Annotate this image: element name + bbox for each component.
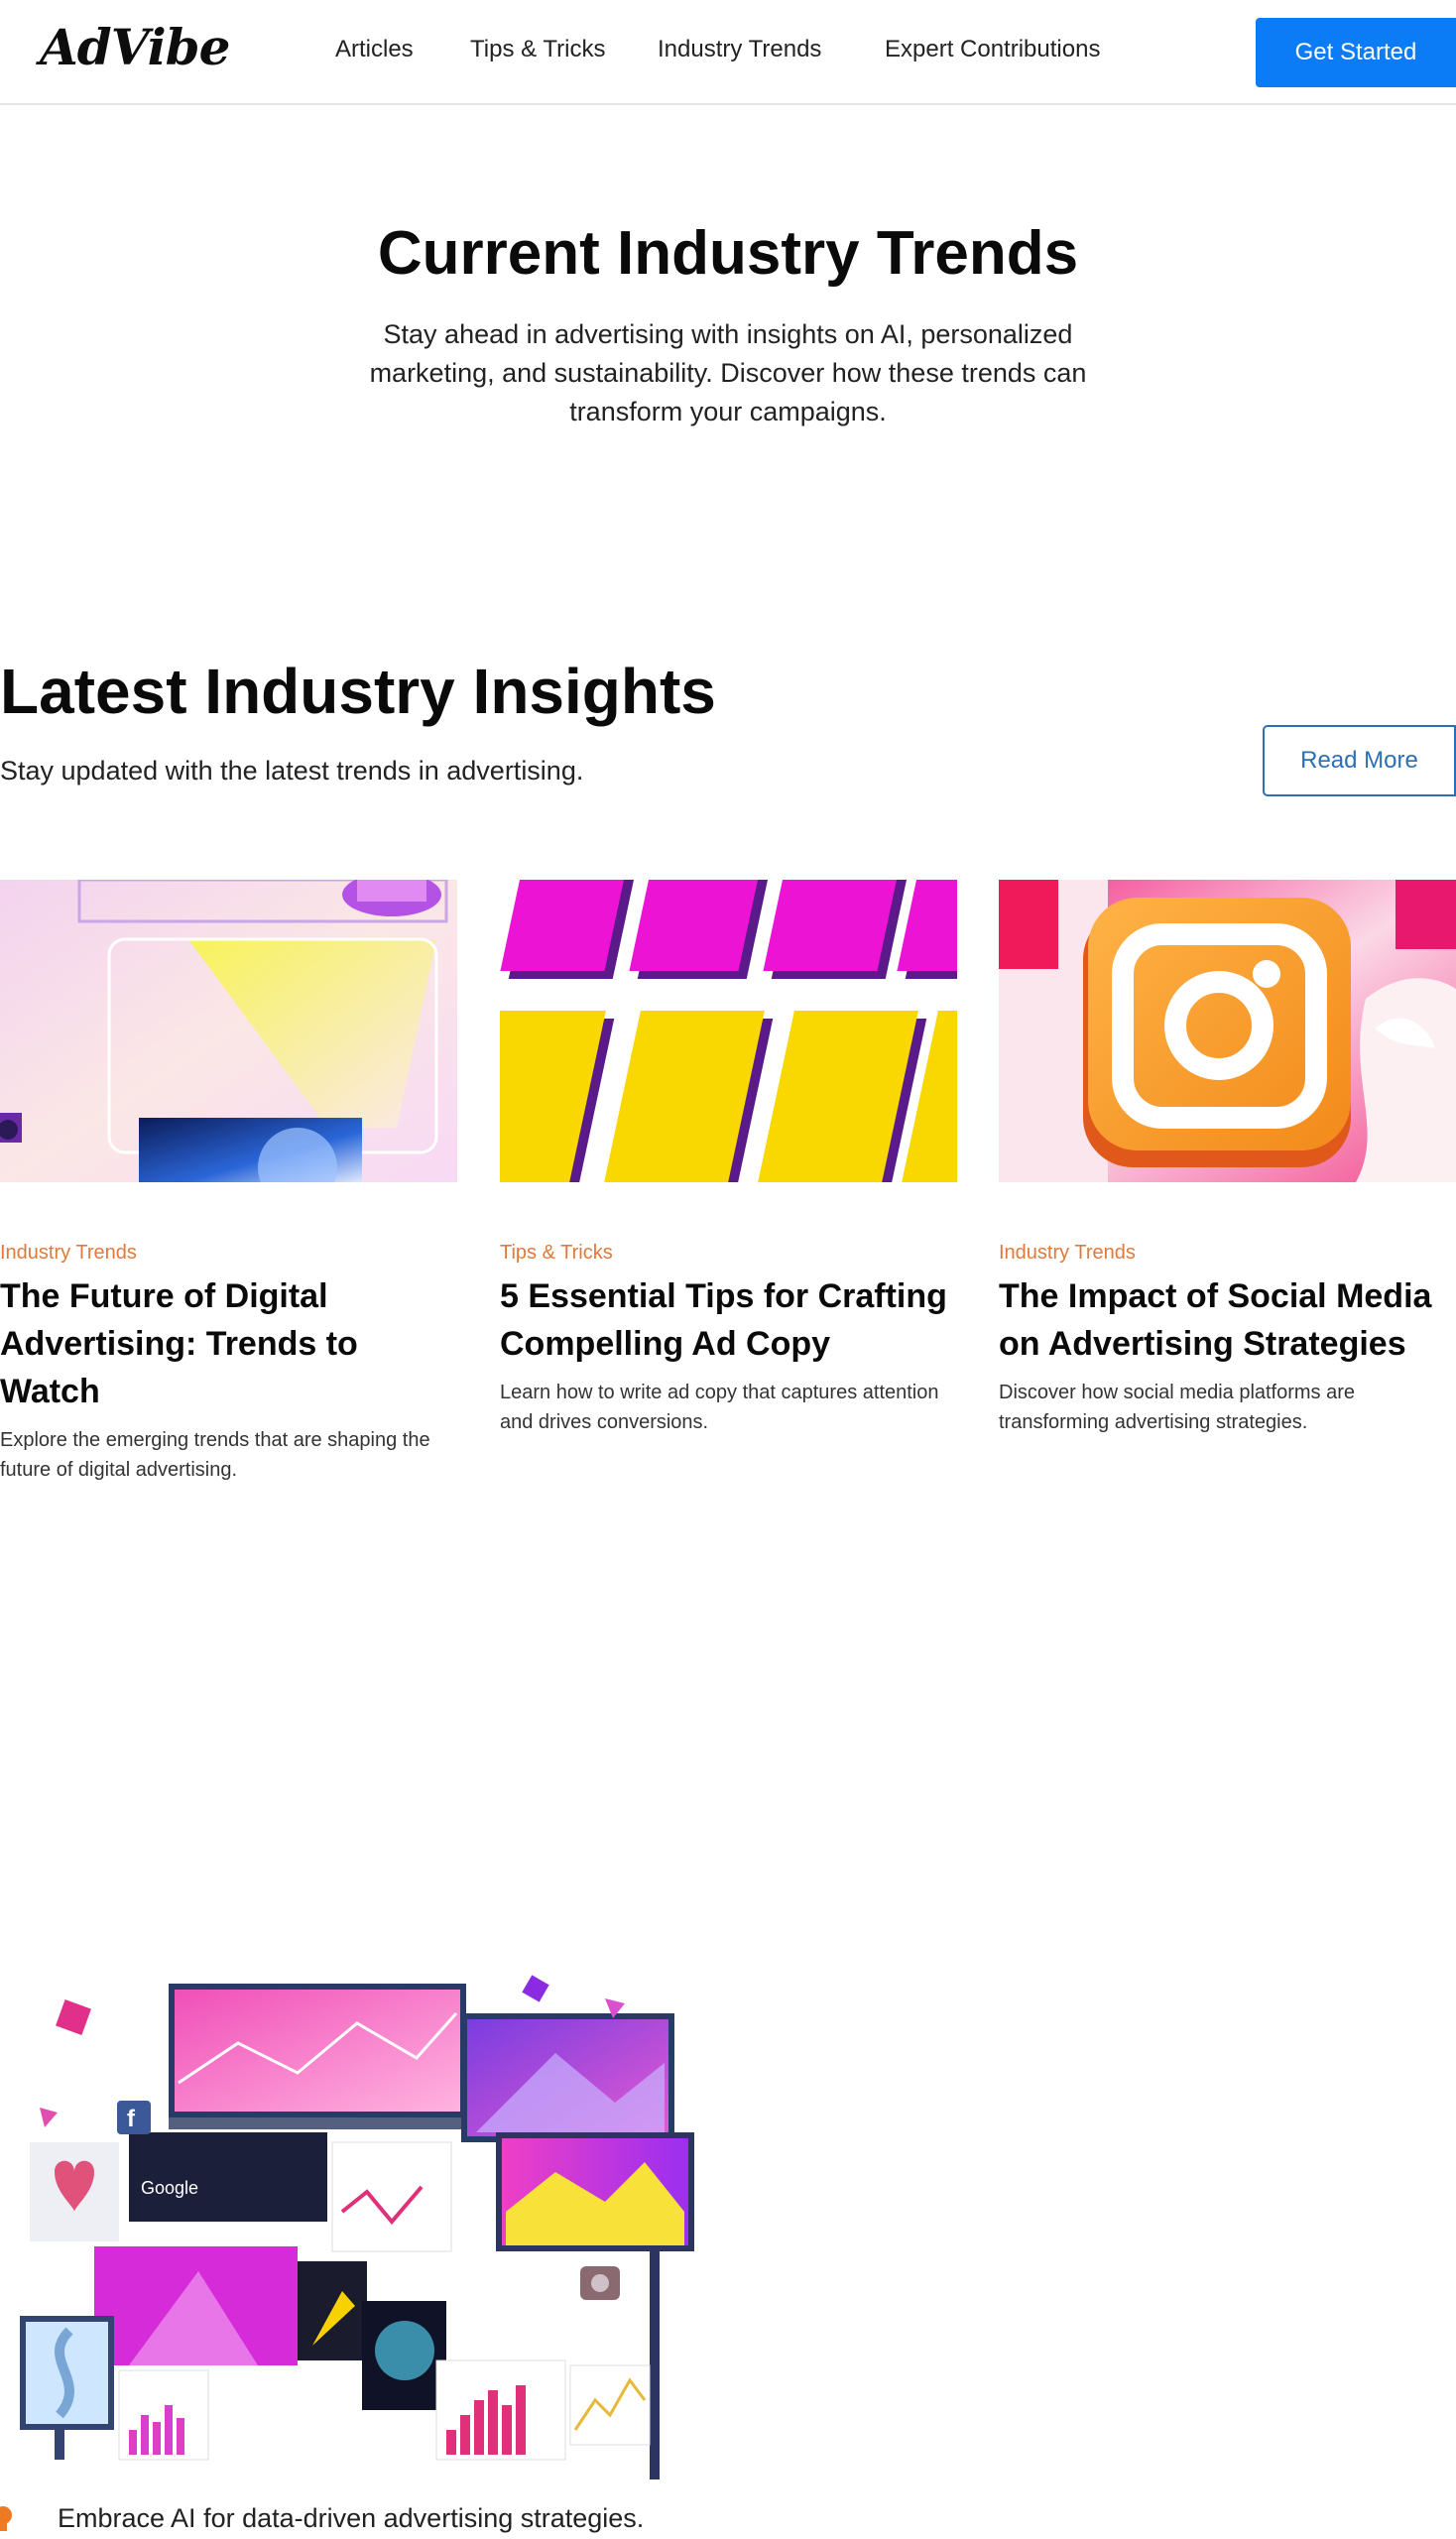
feature-bullet: Embrace AI for data-driven advertising s… — [0, 2499, 893, 2539]
article-title[interactable]: 5 Essential Tips for Crafting Compelling… — [500, 1272, 957, 1368]
read-more-button[interactable]: Read More — [1263, 725, 1456, 796]
nav-link-industry-trends[interactable]: Industry Trends — [658, 36, 821, 63]
article-card[interactable]: Tips & Tricks 5 Essential Tips for Craft… — [500, 880, 957, 1437]
get-started-button[interactable]: Get Started — [1256, 18, 1456, 87]
feature-bullet-text: Embrace AI for data-driven advertising s… — [58, 2503, 645, 2533]
svg-text:f: f — [127, 2106, 136, 2132]
nav-link-tips-tricks[interactable]: Tips & Tricks — [470, 36, 605, 63]
hero-subtitle: Stay ahead in advertising with insights … — [369, 319, 1087, 426]
article-title[interactable]: The Future of Digital Advertising: Trend… — [0, 1272, 457, 1415]
nav-link-expert-contributions[interactable]: Expert Contributions — [885, 36, 1100, 63]
insights-title: Latest Industry Insights — [0, 656, 716, 727]
article-category: Tips & Tricks — [500, 1242, 613, 1264]
article-category: Industry Trends — [999, 1242, 1136, 1264]
svg-text:Google: Google — [141, 2178, 198, 2198]
billboard-illustration: Google f — [0, 1964, 714, 2479]
lightbulb-icon — [0, 2506, 12, 2531]
article-card[interactable]: Industry Trends The Future of Digital Ad… — [0, 880, 457, 1485]
article-card[interactable]: Industry Trends The Impact of Social Med… — [999, 880, 1456, 1437]
article-description: Learn how to write ad copy that captures… — [500, 1382, 939, 1433]
article-image-bold-type[interactable] — [500, 880, 957, 1182]
article-description: Explore the emerging trends that are sha… — [0, 1429, 430, 1481]
main-nav: Articles Tips & Tricks Industry Trends E… — [0, 36, 1456, 69]
site-header: AdVibe Articles Tips & Tricks Industry T… — [0, 0, 1456, 105]
nav-link-articles[interactable]: Articles — [335, 36, 414, 63]
hero-title: Current Industry Trends — [377, 219, 1079, 288]
article-category: Industry Trends — [0, 1242, 137, 1264]
article-image-studio[interactable] — [0, 880, 457, 1182]
insights-subtitle: Stay updated with the latest trends in a… — [0, 756, 584, 786]
article-title[interactable]: The Impact of Social Media on Advertisin… — [999, 1272, 1456, 1368]
article-description: Discover how social media platforms are … — [999, 1382, 1356, 1433]
article-image-social-icons[interactable] — [999, 880, 1456, 1182]
